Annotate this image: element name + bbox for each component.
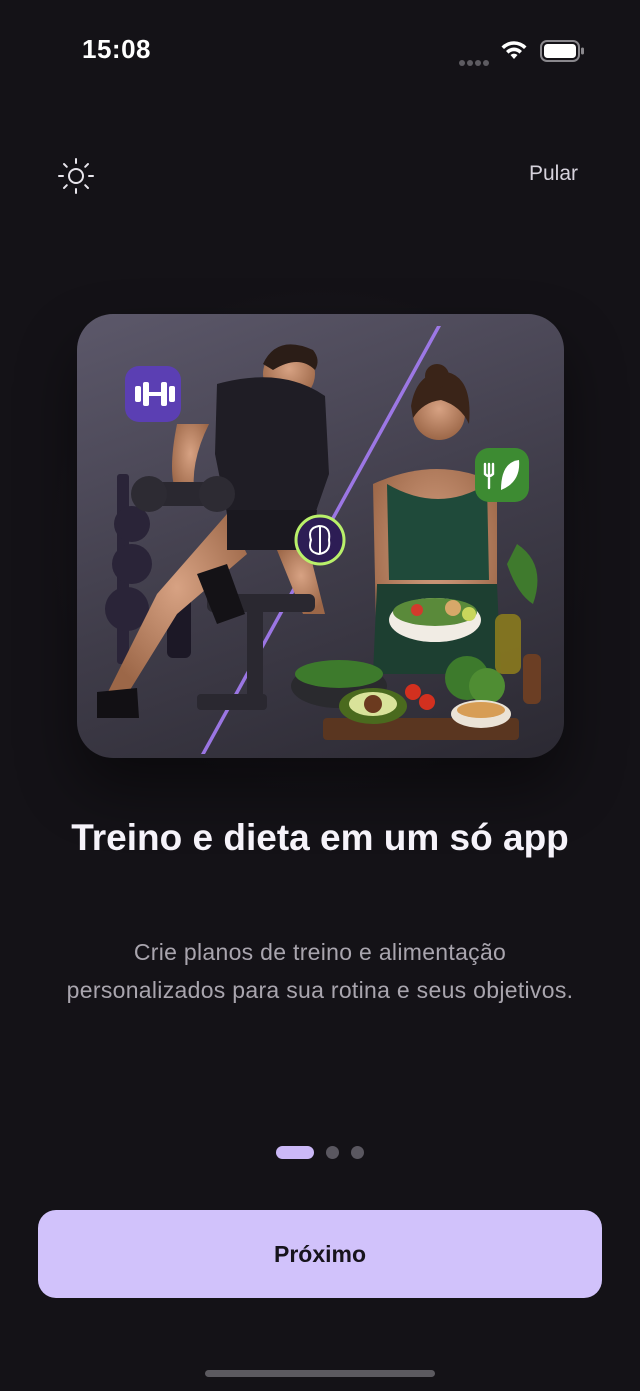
page-dot-2[interactable] <box>326 1145 339 1159</box>
signal-dots-icon <box>459 53 491 66</box>
leaf-cutlery-icon <box>475 448 529 502</box>
skip-button[interactable]: Pular <box>529 162 578 186</box>
theme-toggle-button[interactable] <box>56 156 96 196</box>
page-indicator <box>0 1145 640 1159</box>
home-indicator <box>205 1370 435 1377</box>
slide-description: Crie planos de treino e alimentação pers… <box>66 939 574 1003</box>
hero-illustration <box>77 314 564 758</box>
brain-icon <box>294 514 346 566</box>
page-dot-3[interactable] <box>351 1145 364 1159</box>
hero-illustration-art <box>97 326 541 754</box>
next-button[interactable]: Próximo <box>38 1210 602 1298</box>
battery-icon <box>540 40 584 62</box>
wifi-icon <box>501 41 527 59</box>
dumbbell-icon <box>125 366 181 422</box>
slide-title: Treino e dieta em um só app <box>71 817 569 858</box>
page-dot-1[interactable] <box>276 1145 314 1159</box>
status-bar: 15:08 <box>0 0 640 100</box>
sun-icon <box>58 158 94 194</box>
status-time: 15:08 <box>82 34 151 64</box>
